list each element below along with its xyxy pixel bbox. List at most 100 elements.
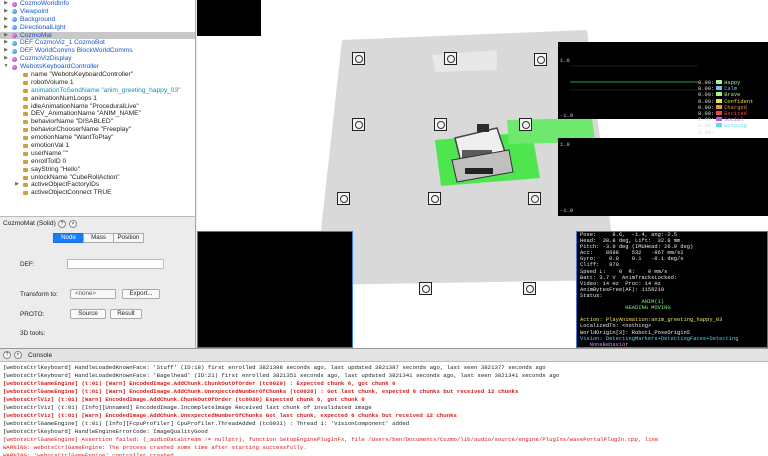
- close-icon[interactable]: ×: [69, 220, 77, 228]
- tree-item-label: userName "": [31, 149, 68, 157]
- tree-item[interactable]: emotionVal 1: [0, 142, 195, 150]
- tree-item[interactable]: activeObjectConnect TRUE: [0, 189, 195, 197]
- legend-value: 0.00:: [698, 129, 715, 136]
- tree-item-label: DEF CozmoViz_1 CozmoBot: [20, 39, 105, 47]
- field-icon: [23, 112, 28, 117]
- legend-label: Confident: [724, 98, 754, 105]
- 3d-tools-label: 3D tools:: [20, 330, 46, 337]
- tree-item[interactable]: ▶ activeObjectFactoryIDs: [0, 181, 195, 189]
- tree-item-label: enrollToID 0: [31, 157, 67, 165]
- purple-node-icon: [12, 64, 17, 70]
- expand-right-icon[interactable]: ▶: [3, 0, 9, 8]
- tree-item[interactable]: sayString "Hello": [0, 166, 195, 174]
- tree-item[interactable]: DEV_AnimationName "ANIM_NAME": [0, 110, 195, 118]
- expand-right-icon[interactable]: ▶: [3, 47, 9, 55]
- legend-value: 0.00:: [698, 123, 715, 130]
- purple-node-icon: [12, 33, 17, 39]
- tree-item[interactable]: enrollToID 0: [0, 158, 195, 166]
- console-line: [webotsCtrlKeyboard] HandleEngineErrorCo…: [3, 428, 208, 435]
- tree-item-label: animationToSendName "anim_greeting_happy…: [31, 86, 181, 94]
- plot2-scale-max: 1.0: [560, 142, 570, 148]
- expand-right-icon[interactable]: ▶: [3, 16, 9, 24]
- tree-item-label: DEV_AnimationName "ANIM_NAME": [31, 110, 141, 118]
- scene-tree[interactable]: ▶ CozmoWorldInfo ▶ Viewpoint ▶ Background ▶ Dir…: [0, 0, 196, 216]
- legend-value: 0.00:: [698, 80, 715, 86]
- console-log[interactable]: [webotsCtrlKeyboard] HandleLoadedKnownFa…: [3, 364, 765, 456]
- camera-thumb-top: [197, 0, 261, 36]
- field-icon: [23, 96, 28, 101]
- tree-item[interactable]: ▶ CozmoMat: [0, 31, 195, 40]
- tree-item[interactable]: robotVolume 1: [0, 79, 195, 87]
- tree-item[interactable]: behaviorName "DISABLED": [0, 118, 195, 126]
- field-icon: [23, 191, 28, 196]
- tree-item[interactable]: ▶ CozmoVizDisplay: [0, 55, 195, 63]
- console-titlebar: ? × Console: [0, 349, 768, 362]
- console-line: WARNING: 'webotsCtrlGameEngine' controll…: [3, 452, 178, 456]
- camera-feed-panel: [197, 231, 353, 348]
- proto-label: PROTO:: [20, 311, 45, 318]
- def-input[interactable]: [67, 259, 164, 269]
- tree-item[interactable]: userName "": [0, 150, 195, 158]
- tree-item[interactable]: unlockName "CubeRollAction": [0, 174, 195, 182]
- tree-item[interactable]: ▼ WebotsKeyboardController: [0, 63, 195, 71]
- console-line: [webotsCtrlGameEngine] (t:01) [Info][Fcp…: [3, 420, 410, 427]
- expand-right-icon[interactable]: ▶: [3, 8, 9, 16]
- cube-marker: [337, 192, 350, 205]
- tree-item[interactable]: ▶ Viewpoint: [0, 8, 195, 16]
- cube-marker: [434, 118, 447, 131]
- tree-item-label: CozmoMat: [20, 31, 52, 39]
- tree-item[interactable]: name "WebotsKeyboardController": [0, 71, 195, 79]
- tree-item[interactable]: emotionName "WantToPlay": [0, 134, 195, 142]
- tree-item[interactable]: ▶ CozmoWorldInfo: [0, 0, 195, 8]
- tab-position[interactable]: Position: [113, 233, 144, 243]
- emotion-plot: [570, 65, 698, 91]
- expand-right-icon[interactable]: ▶: [3, 55, 9, 63]
- legend-value: 0.00:: [698, 98, 715, 105]
- tree-item[interactable]: idleAnimationName "ProceduralLive": [0, 103, 195, 111]
- legend-swatch: [716, 129, 723, 134]
- purple-node-icon: [12, 56, 17, 62]
- legend-value: 0.00:: [698, 110, 715, 117]
- cube-marker: [444, 52, 457, 65]
- legend-value: 0.00:: [698, 92, 715, 99]
- export-button[interactable]: Export...: [122, 289, 160, 299]
- help-icon[interactable]: ?: [3, 351, 11, 359]
- tree-item-label: CozmoVizDisplay: [20, 55, 72, 63]
- tree-item[interactable]: ▶ Background: [0, 16, 195, 24]
- expand-down-icon[interactable]: ▼: [3, 63, 9, 71]
- tree-item[interactable]: ▶ DEF WorldComms BlockWorldComms: [0, 47, 195, 55]
- tree-item[interactable]: animationToSendName "anim_greeting_happy…: [0, 87, 195, 95]
- tree-item-label: behaviorName "DISABLED": [31, 118, 114, 126]
- tab-mass[interactable]: Mass: [83, 233, 114, 243]
- transform-select[interactable]: <none>: [70, 289, 116, 299]
- tab-node[interactable]: Node: [53, 233, 84, 243]
- field-icon: [23, 128, 28, 133]
- tree-item-label: emotionName "WantToPlay": [31, 134, 114, 142]
- tree-item[interactable]: ▶ DEF CozmoViz_1 CozmoBot: [0, 39, 195, 47]
- expand-right-icon[interactable]: ▶: [3, 24, 9, 32]
- field-icon: [23, 167, 28, 172]
- plot2-scale-min: -1.0: [560, 208, 573, 214]
- expand-right-icon[interactable]: ▶: [14, 181, 20, 189]
- help-icon[interactable]: ?: [58, 220, 66, 228]
- tree-item-label: behaviorChooserName "Freeplay": [31, 126, 131, 134]
- source-button[interactable]: Source: [70, 309, 106, 319]
- behavior-plot-panel: [558, 138, 768, 216]
- close-icon[interactable]: ×: [14, 351, 22, 359]
- legend-label: Calm: [724, 86, 738, 93]
- console-line: [webotsCtrlKeyboard] HandleLoadedKnownFa…: [3, 364, 546, 371]
- result-button[interactable]: Result: [110, 309, 142, 319]
- legend-value: 0.00:: [698, 104, 715, 111]
- field-icon: [23, 88, 28, 93]
- tree-item[interactable]: animationNumLoops 1: [0, 95, 195, 103]
- expand-right-icon[interactable]: ▶: [3, 32, 9, 40]
- tree-item[interactable]: ▶ DirectionalLight: [0, 24, 195, 32]
- blue-node-icon: [12, 9, 17, 15]
- field-icon: [23, 120, 28, 125]
- tree-item[interactable]: behaviorChooserName "Freeplay": [0, 126, 195, 134]
- tree-item-label: DirectionalLight: [20, 23, 66, 31]
- expand-right-icon[interactable]: ▶: [3, 39, 9, 47]
- legend-label: Winning: [724, 123, 747, 130]
- legend-swatch: [716, 92, 723, 97]
- emotion-legend: 0.00: Happy 0.00: Calm 0.00: Brave 0.00: Confid…: [698, 80, 753, 136]
